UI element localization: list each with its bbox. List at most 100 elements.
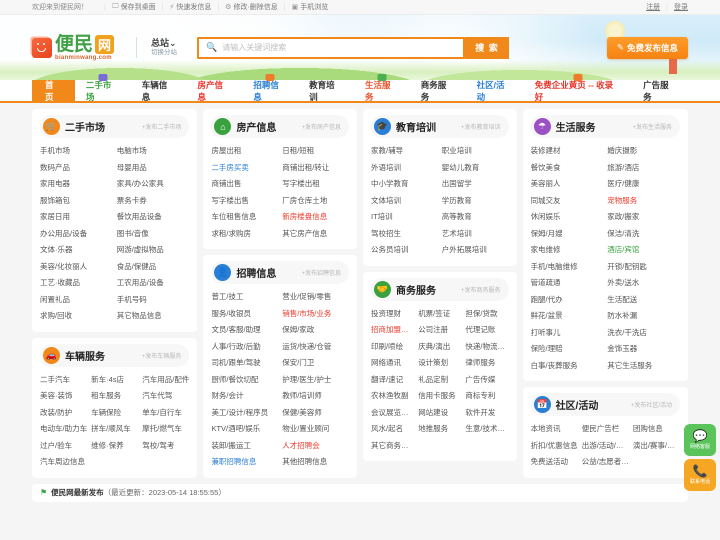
- category-link[interactable]: 求租/求购房: [211, 226, 278, 243]
- category-link[interactable]: 闲置礼品: [40, 292, 113, 309]
- category-link[interactable]: 美容/化妆丽人: [40, 259, 113, 276]
- category-link[interactable]: 礼品定制: [418, 372, 461, 389]
- category-link[interactable]: 白事/丧葬服务: [531, 358, 604, 375]
- category-link[interactable]: 厂房仓库土地: [282, 193, 349, 210]
- category-link[interactable]: 汽车用品/配件: [142, 372, 189, 389]
- category-link[interactable]: 家教/辅导: [371, 143, 438, 160]
- category-link[interactable]: 文员/客服/助理: [211, 322, 278, 339]
- category-link[interactable]: 其他招聘信息: [282, 454, 349, 471]
- category-link[interactable]: 美容丽人: [531, 176, 604, 193]
- category-link[interactable]: 单车/自行车: [142, 405, 189, 422]
- category-link[interactable]: 婚庆摄影: [607, 143, 680, 160]
- category-link[interactable]: 休闲娱乐: [531, 209, 604, 226]
- category-link[interactable]: 物业/置业顾问: [282, 421, 349, 438]
- category-link[interactable]: 外语培训: [371, 160, 438, 177]
- category-link[interactable]: 宠物服务: [607, 193, 680, 210]
- category-link[interactable]: 会议展览会展: [371, 405, 414, 422]
- category-link[interactable]: 金饰玉器: [607, 341, 680, 358]
- category-link[interactable]: 其它商务服务: [371, 438, 414, 455]
- category-link[interactable]: 工艺·收藏品: [40, 275, 113, 292]
- nav-item-6[interactable]: 生活服务: [354, 74, 410, 102]
- category-link[interactable]: 司机/跟单/驾驶: [211, 355, 278, 372]
- category-link[interactable]: 本地资讯: [531, 421, 578, 438]
- category-link[interactable]: 租车服务: [91, 388, 138, 405]
- category-link[interactable]: 公司注册: [418, 322, 461, 339]
- category-link[interactable]: 生意/技术转让: [465, 421, 508, 438]
- category-link[interactable]: 开锁/配钥匙: [607, 259, 680, 276]
- online-service-button[interactable]: 💬 网络客服: [684, 424, 716, 456]
- category-link[interactable]: 营业/促销/零售: [282, 289, 349, 306]
- topbar-item-quick-post[interactable]: ⚡ 快速发信息: [169, 2, 211, 12]
- topbar-item-save-desktop[interactable]: 🖵 保存到桌面: [112, 2, 156, 12]
- category-link[interactable]: 保健/美容师: [282, 405, 349, 422]
- card-publish-link[interactable]: +发布生活服务: [632, 122, 672, 131]
- category-link[interactable]: 软件开发: [465, 405, 508, 422]
- category-link[interactable]: 食品/保健品: [117, 259, 190, 276]
- category-link[interactable]: 担保/贷款: [465, 306, 508, 323]
- category-link[interactable]: 便民广告栏: [582, 421, 629, 438]
- category-link[interactable]: 车位租售信息: [211, 209, 278, 226]
- category-link[interactable]: 票务卡券: [117, 193, 190, 210]
- category-link[interactable]: 团购信息: [633, 421, 680, 438]
- category-link[interactable]: 洗衣/干洗店: [607, 325, 680, 342]
- category-link[interactable]: 保安/门卫: [282, 355, 349, 372]
- category-link[interactable]: 保洁/清洗: [607, 226, 680, 243]
- category-link[interactable]: 房屋出租: [211, 143, 278, 160]
- category-link[interactable]: 服务/收银员: [211, 306, 278, 323]
- category-link[interactable]: 户外拓展培训: [442, 242, 509, 259]
- register-link[interactable]: 注册: [646, 2, 660, 12]
- category-link[interactable]: 餐饮美食: [531, 160, 604, 177]
- category-link[interactable]: 美容·装饰: [40, 388, 87, 405]
- category-link[interactable]: 公务员培训: [371, 242, 438, 259]
- category-link[interactable]: 文体培训: [371, 193, 438, 210]
- category-link[interactable]: 免费送活动: [531, 454, 578, 471]
- nav-item-0[interactable]: 首页: [32, 80, 75, 102]
- nav-item-2[interactable]: 车辆信息: [131, 80, 187, 102]
- category-link[interactable]: 手机号码: [117, 292, 190, 309]
- contact-phone-button[interactable]: 📞 联系电话: [684, 459, 716, 491]
- category-link[interactable]: 厨师/餐饮切配: [211, 372, 278, 389]
- nav-item-9[interactable]: 免费企业黄页 -- 收录好: [524, 74, 632, 102]
- nav-item-7[interactable]: 商务服务: [410, 80, 466, 102]
- category-link[interactable]: 出国留学: [442, 176, 509, 193]
- category-link[interactable]: 改装/防护: [40, 405, 87, 422]
- category-link[interactable]: 艺术培训: [442, 226, 509, 243]
- category-link[interactable]: 管道疏通: [531, 275, 604, 292]
- category-link[interactable]: 商铺出售: [211, 176, 278, 193]
- category-link[interactable]: 护理/医生/护士: [282, 372, 349, 389]
- category-link[interactable]: 兼职招聘信息: [211, 454, 278, 471]
- category-link[interactable]: 旅游/酒店: [607, 160, 680, 177]
- nav-item-5[interactable]: 教育培训: [298, 80, 354, 102]
- category-link[interactable]: 酒店/宾馆: [607, 242, 680, 259]
- search-input[interactable]: [222, 43, 464, 52]
- category-link[interactable]: 保姆/月嫂: [531, 226, 604, 243]
- category-link[interactable]: 二手房买卖: [211, 160, 278, 177]
- category-link[interactable]: 文体·乐器: [40, 242, 113, 259]
- category-link[interactable]: 机票/签证: [418, 306, 461, 323]
- category-link[interactable]: 公益/志愿者活动: [582, 454, 629, 471]
- category-link[interactable]: 家居日用: [40, 209, 113, 226]
- topbar-item-mobile-browse[interactable]: ▣ 手机浏览: [292, 2, 329, 12]
- card-publish-link[interactable]: +发布商务服务: [461, 285, 501, 294]
- category-link[interactable]: 服饰箱包: [40, 193, 113, 210]
- category-link[interactable]: 汽车周边信息: [40, 454, 87, 471]
- category-link[interactable]: 写字楼出租: [282, 176, 349, 193]
- category-link[interactable]: 运货/快递/仓管: [282, 339, 349, 356]
- category-link[interactable]: 地推服务: [418, 421, 461, 438]
- nav-item-4[interactable]: 招聘信息: [242, 74, 298, 102]
- category-link[interactable]: 招商加盟合作: [371, 322, 414, 339]
- nav-item-1[interactable]: 二手市场: [75, 74, 131, 102]
- category-link[interactable]: 学历教育: [442, 193, 509, 210]
- nav-item-3[interactable]: 房产信息: [187, 80, 243, 102]
- category-link[interactable]: 网游/虚拟物品: [117, 242, 190, 259]
- category-link[interactable]: 母婴用品: [117, 160, 190, 177]
- category-link[interactable]: 家政/搬家: [607, 209, 680, 226]
- category-link[interactable]: 驾校/驾考: [142, 438, 189, 455]
- card-publish-link[interactable]: +发布车辆服务: [142, 351, 182, 360]
- category-link[interactable]: 商标专利: [465, 388, 508, 405]
- category-link[interactable]: 高等教育: [442, 209, 509, 226]
- category-link[interactable]: 医疗/健康: [607, 176, 680, 193]
- category-link[interactable]: 写字楼出售: [211, 193, 278, 210]
- category-link[interactable]: 驾校招生: [371, 226, 438, 243]
- category-link[interactable]: 工农用品/设备: [117, 275, 190, 292]
